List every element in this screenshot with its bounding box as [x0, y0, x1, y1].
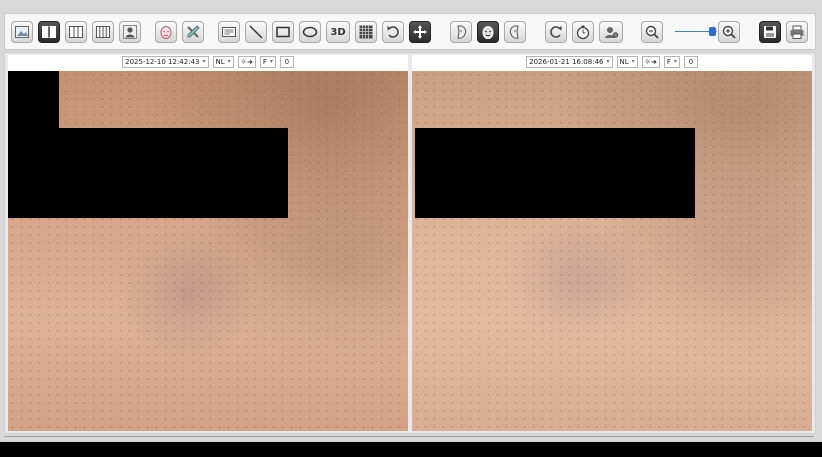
face-front-button[interactable]	[477, 21, 499, 43]
ellipse-tool-icon	[302, 26, 318, 38]
undo-button[interactable]	[382, 21, 404, 43]
3d-view-button[interactable]: 3D	[326, 21, 350, 43]
patient-icon	[123, 25, 137, 39]
split-2-view-button[interactable]	[38, 21, 60, 43]
camera-button[interactable]	[599, 21, 623, 43]
camera-icon	[605, 27, 619, 38]
ellipse-tool-button[interactable]	[299, 21, 321, 43]
toolbar: 3D	[4, 13, 816, 50]
chevron-down-icon: ▾	[631, 58, 635, 65]
date-select-left[interactable]: 2025-12-10 12:42:43 ▾	[122, 56, 209, 68]
grid-button[interactable]	[355, 21, 377, 43]
tools-button[interactable]	[182, 21, 204, 43]
3d-view-label: 3D	[330, 26, 346, 38]
zoom-out-icon	[645, 25, 659, 39]
mode-select-right[interactable]: NL ▾	[616, 56, 638, 68]
image-viewer: 2025-12-10 12:42:43 ▾ NL ▾ ☼➜ F ▾ 0 2026-0	[4, 52, 816, 434]
mode-select-left[interactable]: NL ▾	[212, 56, 234, 68]
timer-button[interactable]	[572, 21, 594, 43]
extra-value-left: 0	[284, 58, 290, 66]
light-value-right: ☼➜	[644, 57, 657, 66]
single-view-icon	[15, 26, 29, 38]
rectangle-tool-button[interactable]	[272, 21, 294, 43]
divider	[4, 436, 814, 437]
tools-icon	[187, 25, 200, 38]
skin-photo-right[interactable]	[412, 71, 812, 431]
save-icon	[764, 26, 776, 38]
zoom-in-button[interactable]	[718, 21, 740, 43]
chevron-down-icon: ▾	[606, 58, 610, 65]
view-value-right: F	[666, 57, 671, 66]
split-4-view-button[interactable]	[92, 21, 114, 43]
line-tool-icon	[249, 25, 263, 39]
split-2-view-icon	[42, 26, 56, 38]
patient-button[interactable]	[119, 21, 141, 43]
face-left-button[interactable]	[450, 21, 472, 43]
zoom-out-button[interactable]	[641, 21, 663, 43]
date-value-left: 2025-12-10 12:42:43	[125, 57, 200, 66]
face-analysis-button[interactable]	[155, 21, 177, 43]
extra-button-right[interactable]: 0	[683, 56, 698, 68]
date-value-right: 2026-01-21 16:08:46	[529, 57, 604, 66]
redaction-block	[415, 128, 695, 218]
grid-icon	[359, 25, 373, 39]
skin-photo-left[interactable]	[8, 71, 408, 431]
date-select-right[interactable]: 2026-01-21 16:08:46 ▾	[526, 56, 613, 68]
print-button[interactable]	[786, 21, 808, 43]
skin-texture	[8, 71, 408, 431]
panel-controls-right: 2026-01-21 16:08:46 ▾ NL ▾ ☼➜ F ▾ 0	[412, 55, 812, 69]
zoom-slider[interactable]	[675, 27, 719, 36]
zoom-slider-thumb[interactable]	[709, 27, 717, 36]
text-box-button[interactable]	[218, 21, 240, 43]
extra-value-right: 0	[688, 58, 694, 66]
face-analysis-icon	[160, 26, 172, 39]
zoom-slider-fill	[675, 31, 713, 32]
redaction-block	[8, 128, 288, 218]
face-front-icon	[482, 26, 494, 39]
face-left-icon	[457, 25, 467, 39]
chevron-down-icon: ▾	[269, 58, 273, 65]
split-3-view-button[interactable]	[65, 21, 87, 43]
split-3-view-icon	[69, 26, 83, 38]
line-tool-button[interactable]	[245, 21, 267, 43]
text-box-icon	[222, 27, 236, 37]
skin-texture	[412, 71, 812, 431]
face-right-button[interactable]	[504, 21, 526, 43]
light-value-left: ☼➜	[240, 57, 253, 66]
status-bar	[0, 442, 822, 457]
light-select-left[interactable]: ☼➜	[237, 56, 256, 68]
single-view-button[interactable]	[11, 21, 33, 43]
undo-icon	[387, 26, 399, 38]
face-right-icon	[509, 25, 519, 39]
redaction-block	[8, 71, 59, 129]
chevron-down-icon: ▾	[202, 58, 206, 65]
panel-controls-left: 2025-12-10 12:42:43 ▾ NL ▾ ☼➜ F ▾ 0	[8, 55, 408, 69]
mode-value-right: NL	[619, 57, 629, 66]
extra-button-left[interactable]: 0	[279, 56, 294, 68]
timer-icon	[576, 25, 590, 40]
split-4-view-icon	[96, 26, 110, 38]
move-icon	[413, 25, 427, 39]
redo-icon	[550, 26, 562, 38]
light-select-right[interactable]: ☼➜	[641, 56, 660, 68]
print-icon	[790, 25, 804, 39]
redo-button[interactable]	[545, 21, 567, 43]
view-value-left: F	[262, 57, 267, 66]
image-panel-right: 2026-01-21 16:08:46 ▾ NL ▾ ☼➜ F ▾ 0	[412, 55, 812, 431]
chevron-down-icon: ▾	[227, 58, 231, 65]
view-select-left[interactable]: F ▾	[259, 56, 276, 68]
save-button[interactable]	[759, 21, 781, 43]
chevron-down-icon: ▾	[673, 58, 677, 65]
move-button[interactable]	[409, 21, 431, 43]
zoom-in-icon	[722, 25, 736, 39]
view-select-right[interactable]: F ▾	[663, 56, 680, 68]
mode-value-left: NL	[215, 57, 225, 66]
image-panel-left: 2025-12-10 12:42:43 ▾ NL ▾ ☼➜ F ▾ 0	[8, 55, 408, 431]
rectangle-tool-icon	[276, 26, 290, 38]
